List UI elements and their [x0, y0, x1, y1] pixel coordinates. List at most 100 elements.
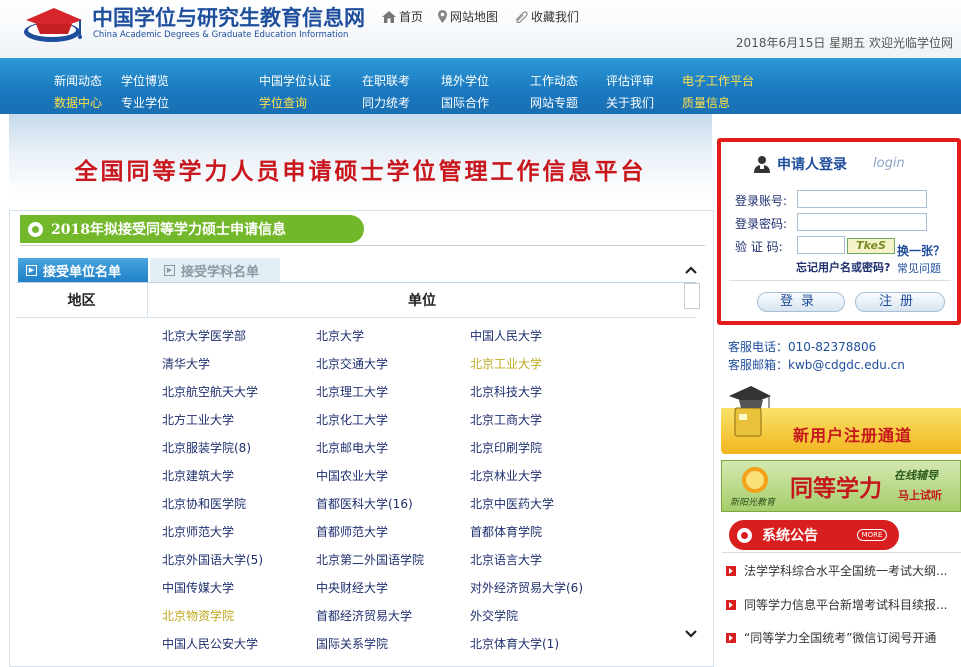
- university-link[interactable]: 清华大学: [162, 355, 316, 383]
- university-link[interactable]: 首都医科大学(16): [316, 495, 470, 523]
- university-link[interactable]: 北京语言大学: [470, 551, 670, 579]
- home-link[interactable]: 首页: [382, 8, 423, 25]
- university-link[interactable]: 北京航空航天大学: [162, 383, 316, 411]
- nav-item[interactable]: 同力统考: [362, 94, 410, 111]
- nav-item[interactable]: 在职联考: [362, 72, 410, 89]
- university-link[interactable]: 对外经济贸易大学(6): [470, 579, 670, 607]
- university-link[interactable]: 北京外国语大学(5): [162, 551, 316, 579]
- nav-item-degree-query[interactable]: 学位查询: [259, 94, 307, 111]
- divider: [20, 245, 705, 246]
- nav-item[interactable]: 国际合作: [441, 94, 489, 111]
- customer-service-info: 客服电话：010-82378806 客服邮箱：kwb@cdgdc.edu.cn: [728, 338, 905, 374]
- announcement-item[interactable]: 同等学力信息平台新增考试科目续报...: [726, 596, 958, 613]
- faq-link[interactable]: 常见问题: [897, 260, 941, 276]
- university-link[interactable]: 国际关系学院: [316, 635, 470, 663]
- university-link[interactable]: 北京服装学院(8): [162, 439, 316, 467]
- bookmark-link[interactable]: 收藏我们: [514, 8, 579, 25]
- announcements-header: 系统公告 MORE: [729, 520, 899, 550]
- login-button[interactable]: 登录: [757, 292, 845, 312]
- tab-accepting-units[interactable]: ▶ 接受单位名单: [18, 258, 148, 282]
- announcement-item[interactable]: “同等学力全国统考”微信订阅号开通: [726, 629, 958, 646]
- university-link[interactable]: 北京建筑大学: [162, 467, 316, 495]
- university-link[interactable]: 北京邮电大学: [316, 439, 470, 467]
- sitemap-link-label: 网站地图: [450, 10, 499, 24]
- sitemap-link[interactable]: 网站地图: [438, 8, 498, 25]
- table-row: 北京外国语大学(5) 北京第二外国语学院 北京语言大学: [162, 551, 682, 579]
- university-link[interactable]: 北京师范大学: [162, 523, 316, 551]
- university-link[interactable]: 首都经济贸易大学: [316, 607, 470, 635]
- column-header-unit: 单位: [408, 293, 436, 309]
- date-welcome-text: 2018年6月15日 星期五 欢迎光临学位网: [735, 36, 953, 50]
- nav-item[interactable]: 新闻动态: [54, 72, 102, 89]
- password-input[interactable]: [797, 213, 927, 231]
- scroll-down-icon[interactable]: [684, 627, 698, 643]
- university-link-highlighted[interactable]: 北京工业大学: [470, 355, 670, 383]
- table-header: 地区 单位: [16, 282, 696, 318]
- table-row: 北方工业大学 北京化工大学 北京工商大学: [162, 411, 682, 439]
- nav-item-data-center[interactable]: 数据中心: [54, 94, 102, 111]
- service-email[interactable]: 客服邮箱：kwb@cdgdc.edu.cn: [728, 356, 905, 374]
- mortarboard-logo-icon[interactable]: [22, 2, 86, 46]
- change-captcha-link[interactable]: 换一张？: [897, 242, 945, 259]
- university-link-highlighted[interactable]: 北京物资学院: [162, 607, 316, 635]
- account-input[interactable]: [797, 190, 927, 208]
- site-logo-title[interactable]: 中国学位与研究生教育信息网: [92, 2, 365, 32]
- university-link[interactable]: 北京体育大学(1): [470, 635, 670, 663]
- nav-item[interactable]: 境外学位: [441, 72, 489, 89]
- play-bullet-icon: [726, 599, 736, 610]
- university-link[interactable]: 中央财经大学: [316, 579, 470, 607]
- captcha-image[interactable]: TkeS: [847, 238, 895, 254]
- nav-item[interactable]: 工作动态: [530, 72, 578, 89]
- bullet-icon: [737, 527, 752, 543]
- university-link[interactable]: 北京林业大学: [470, 467, 670, 495]
- forgot-password-link[interactable]: 忘记用户名或密码?: [796, 259, 890, 275]
- nav-item-quality-info[interactable]: 质量信息: [682, 94, 730, 111]
- nav-item[interactable]: 评估评审: [606, 72, 654, 89]
- ad-main-text: 同等学力: [790, 476, 882, 502]
- nav-item[interactable]: 中国学位认证: [259, 72, 331, 89]
- university-link[interactable]: 首都体育学院: [470, 523, 670, 551]
- announcements-title: 系统公告: [762, 528, 818, 544]
- university-link[interactable]: 北京理工大学: [316, 383, 470, 411]
- section-header: 2018年拟接受同等学力硕士申请信息: [20, 215, 364, 243]
- university-link[interactable]: 中国人民大学: [470, 327, 670, 355]
- university-link[interactable]: 北京第二外国语学院: [316, 551, 470, 579]
- captcha-input[interactable]: [797, 236, 845, 254]
- university-link[interactable]: 中国人民公安大学: [162, 635, 316, 663]
- university-link[interactable]: 北京协和医学院: [162, 495, 316, 523]
- nav-item[interactable]: 网站专题: [530, 94, 578, 111]
- more-button[interactable]: MORE: [857, 529, 887, 541]
- university-link[interactable]: 中国传媒大学: [162, 579, 316, 607]
- site-header: 中国学位与研究生教育信息网 China Academic Degrees & G…: [0, 0, 961, 58]
- tab-accepting-disciplines[interactable]: ▶ 接受学科名单: [150, 258, 280, 282]
- nav-item[interactable]: 专业学位: [121, 94, 169, 111]
- university-link[interactable]: 北京中医药大学: [470, 495, 670, 523]
- tutoring-advertisement[interactable]: 同等学力 在线辅导 马上试听 新阳光教育: [721, 460, 961, 512]
- university-link[interactable]: 北京大学: [316, 327, 470, 355]
- university-link[interactable]: 北京交通大学: [316, 355, 470, 383]
- university-link[interactable]: 北京化工大学: [316, 411, 470, 439]
- nav-item[interactable]: 学位博览: [121, 72, 169, 89]
- university-link[interactable]: 北京大学医学部: [162, 327, 316, 355]
- university-link[interactable]: 中国农业大学: [316, 467, 470, 495]
- login-title-en: login: [873, 156, 905, 171]
- university-link[interactable]: 外交学院: [470, 607, 670, 635]
- main-navigation: 新闻动态 学位博览 中国学位认证 在职联考 境外学位 工作动态 评估评审 电子工…: [0, 58, 961, 114]
- university-link[interactable]: 北京工商大学: [470, 411, 670, 439]
- tab-label: 接受单位名单: [43, 264, 122, 280]
- scrollbar-thumb[interactable]: [684, 283, 700, 309]
- password-label: 登录密码:: [735, 217, 788, 231]
- graduation-cap-icon: [729, 386, 771, 437]
- nav-item[interactable]: 关于我们: [606, 94, 654, 111]
- university-link[interactable]: 北方工业大学: [162, 411, 316, 439]
- register-button[interactable]: 注册: [855, 292, 945, 312]
- university-link[interactable]: 首都师范大学: [316, 523, 470, 551]
- new-user-register-banner[interactable]: 新用户注册通道: [721, 378, 961, 456]
- nav-item-e-platform[interactable]: 电子工作平台: [682, 72, 754, 89]
- university-link[interactable]: 北京印刷学院: [470, 439, 670, 467]
- scroll-up-icon[interactable]: [684, 263, 698, 279]
- service-phone: 客服电话：010-82378806: [728, 340, 877, 354]
- university-link[interactable]: 北京科技大学: [470, 383, 670, 411]
- table-row: 北京航空航天大学 北京理工大学 北京科技大学: [162, 383, 682, 411]
- announcement-item[interactable]: 法学学科综合水平全国统一考试大纲...: [726, 562, 958, 579]
